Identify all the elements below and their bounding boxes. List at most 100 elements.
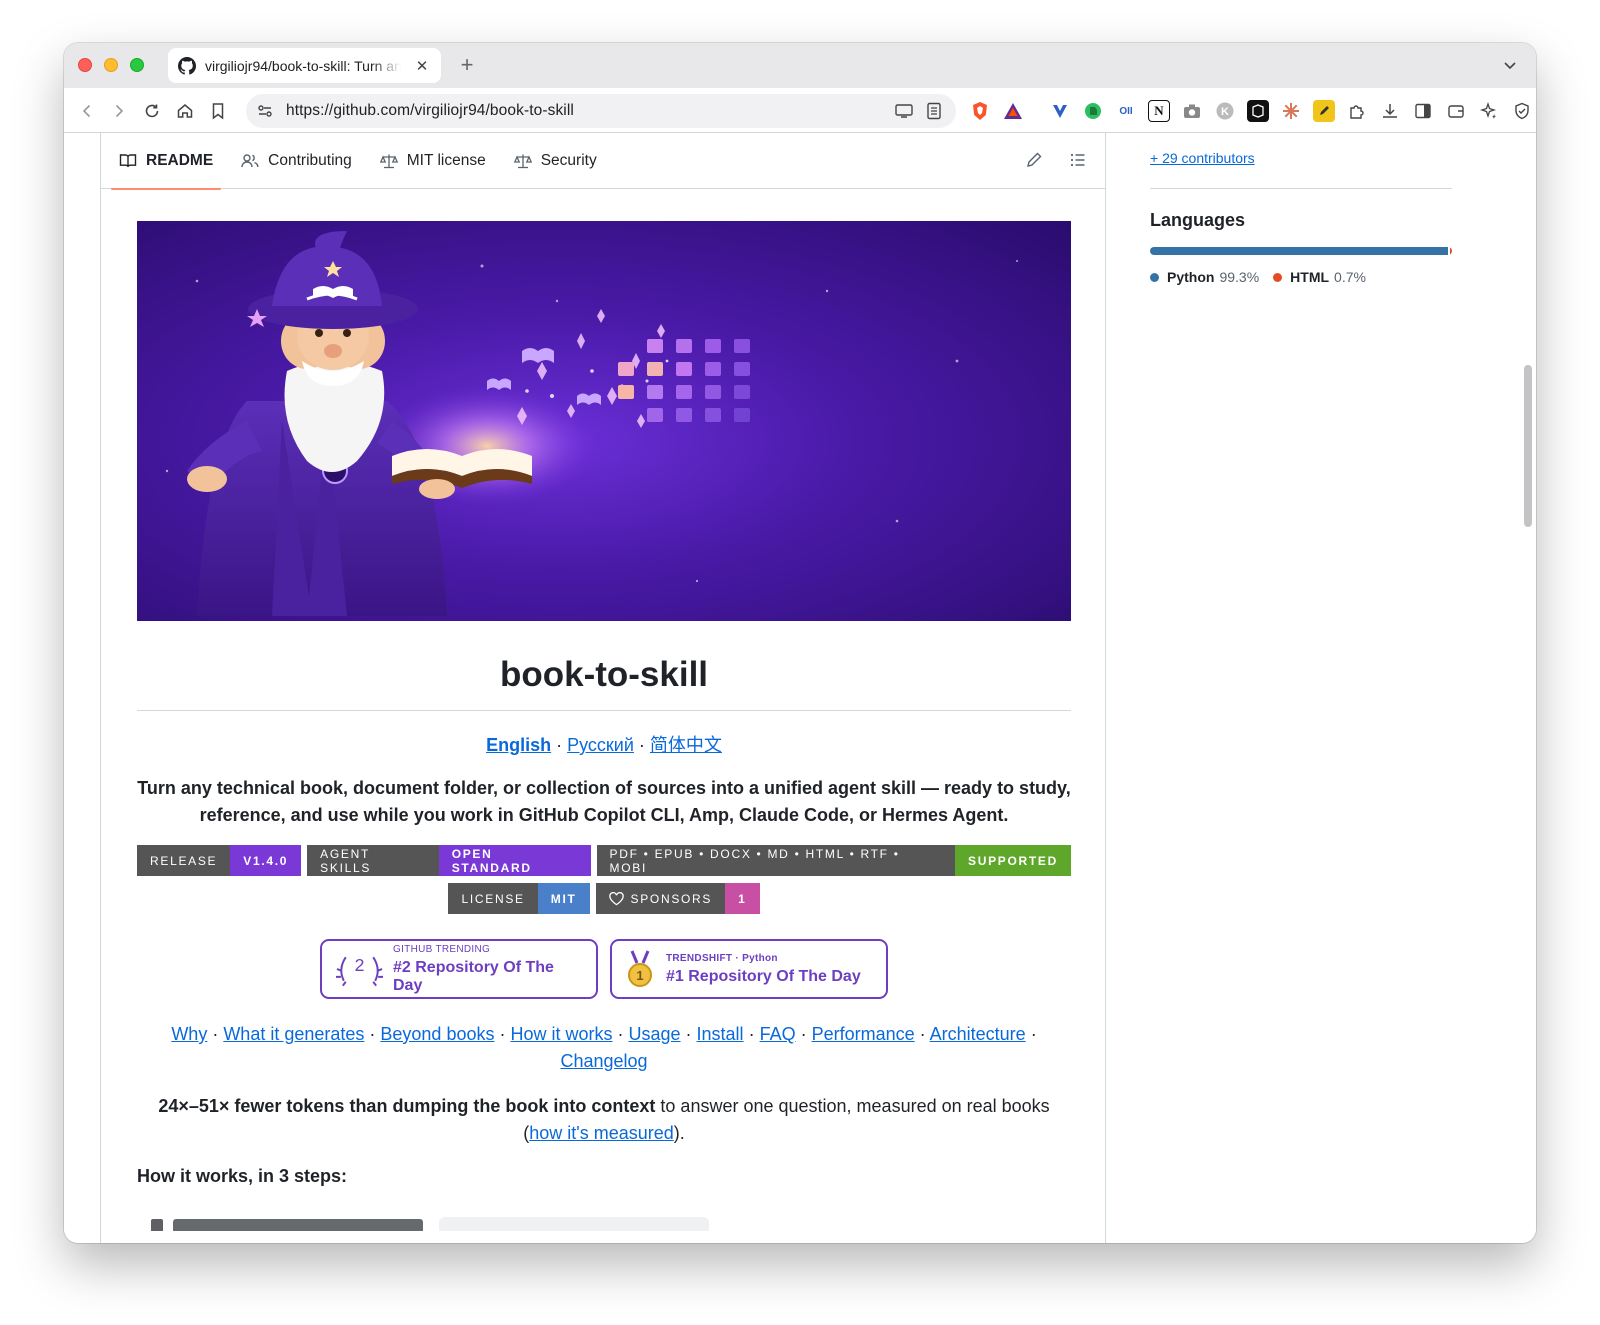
reader-mode-icon[interactable]	[924, 101, 944, 126]
language-html[interactable]: HTML 0.7%	[1273, 269, 1366, 285]
agent-skills-badge[interactable]: AGENT SKILLS OPEN STANDARD	[307, 845, 591, 876]
extensions-puzzle-icon[interactable]	[1346, 100, 1368, 122]
lang-link-chinese[interactable]: 简体中文	[650, 735, 722, 755]
wallet-icon[interactable]	[1445, 100, 1467, 122]
camera-icon[interactable]	[1181, 100, 1203, 122]
tab-contributing-label: Contributing	[268, 151, 352, 169]
badge-label: LICENSE	[448, 883, 538, 914]
back-icon[interactable]	[76, 100, 98, 122]
html-dot	[1273, 272, 1283, 282]
medal-icon: 1	[628, 950, 652, 987]
minimize-window-button[interactable]	[104, 58, 118, 72]
toc-link[interactable]: FAQ	[760, 1024, 796, 1044]
trend-caption: GITHUB TRENDING	[393, 943, 491, 955]
notion-icon[interactable]: N	[1148, 100, 1170, 122]
badge-label: AGENT SKILLS	[307, 845, 439, 876]
close-window-button[interactable]	[78, 58, 92, 72]
trending-badges: 2 GITHUB TRENDING #2 Repository Of The D…	[137, 939, 1071, 999]
token-savings-paragraph: 24×–51× fewer tokens than dumping the bo…	[137, 1093, 1071, 1147]
release-badge[interactable]: RELEASE V1.4.0	[137, 845, 302, 876]
toc-link[interactable]: Changelog	[560, 1051, 647, 1071]
leo-ai-icon[interactable]	[1478, 100, 1500, 122]
reload-icon[interactable]	[141, 100, 163, 122]
language-percent: 0.7%	[1334, 269, 1366, 285]
tab-bar: virgiliojr94/book-to-skill: Turn any tec…	[64, 43, 1536, 88]
brave-shield-icon[interactable]	[969, 100, 991, 122]
toc-link[interactable]: How it works	[510, 1024, 612, 1044]
claude-icon[interactable]	[1280, 100, 1302, 122]
toc-link[interactable]: Beyond books	[380, 1024, 494, 1044]
lang-link-english[interactable]: English	[486, 735, 551, 755]
sidebar-toggle-icon[interactable]	[1412, 100, 1434, 122]
sidebar-divider	[1150, 188, 1452, 189]
pencil-icon[interactable]	[1025, 151, 1043, 174]
browser-tab-active[interactable]: virgiliojr94/book-to-skill: Turn any tec…	[168, 48, 441, 83]
token-savings-bold: 24×–51× fewer tokens than dumping the bo…	[158, 1096, 656, 1116]
forward-icon[interactable]	[108, 100, 130, 122]
cast-icon[interactable]	[894, 101, 914, 126]
list-outline-icon[interactable]	[1069, 151, 1087, 174]
formats-badge[interactable]: PDF • EPUB • DOCX • MD • HTML • RTF • MO…	[596, 845, 1071, 876]
chevron-down-icon[interactable]	[1502, 57, 1518, 73]
laurel-icon: 2	[335, 955, 384, 987]
github-trending-badge[interactable]: 2 GITHUB TRENDING #2 Repository Of The D…	[320, 939, 598, 999]
toc-link[interactable]: Why	[171, 1024, 207, 1044]
badge-value: OPEN STANDARD	[438, 845, 591, 876]
people-icon	[241, 153, 259, 167]
new-tab-button[interactable]: +	[454, 52, 480, 78]
close-tab-icon[interactable]: ✕	[413, 57, 431, 75]
badge-row-2: LICENSE MIT SPONSORS 1	[137, 883, 1071, 914]
tab-readme[interactable]: README	[111, 133, 222, 190]
site-settings-icon[interactable]	[256, 102, 274, 120]
evernote-icon[interactable]	[1082, 100, 1104, 122]
tab-security[interactable]: Security	[506, 133, 605, 189]
sponsors-badge[interactable]: SPONSORS 1	[595, 883, 760, 914]
toc-link[interactable]: Performance	[812, 1024, 915, 1044]
badge-label: RELEASE	[137, 845, 231, 876]
python-dot	[1150, 272, 1159, 282]
brave-rewards-icon[interactable]	[1002, 100, 1024, 122]
k-extension-icon[interactable]: K	[1214, 100, 1236, 122]
title-divider	[137, 710, 1071, 711]
extension-v-icon[interactable]	[1049, 100, 1071, 122]
trendshift-badge[interactable]: 1 TRENDSHIFT · Python #1 Repository Of T…	[610, 939, 888, 999]
languages-heading: Languages	[1150, 210, 1246, 230]
tab-contributing[interactable]: Contributing	[233, 133, 360, 189]
tab-security-label: Security	[540, 151, 597, 169]
badge-label-text: SPONSORS	[630, 891, 713, 906]
bookmark-icon[interactable]	[207, 100, 229, 122]
toc-link[interactable]: What it generates	[223, 1024, 364, 1044]
zoom-window-button[interactable]	[130, 58, 144, 72]
license-badge[interactable]: LICENSE MIT	[448, 883, 590, 914]
lang-link-russian[interactable]: Русский	[567, 735, 634, 755]
tab-license[interactable]: MIT license	[372, 133, 494, 189]
github-icon	[178, 56, 196, 75]
medal-rank: 1	[636, 968, 643, 983]
download-icon[interactable]	[1379, 100, 1401, 122]
tab-readme-label: README	[146, 151, 214, 169]
language-switcher: English · Русский · 简体中文	[486, 735, 722, 755]
law-icon	[513, 154, 532, 168]
badge-value: SUPPORTED	[955, 845, 1071, 876]
how-measured-link[interactable]: how it's measured	[529, 1123, 674, 1143]
badge-label: SPONSORS	[595, 883, 726, 914]
language-percent: 99.3%	[1219, 269, 1260, 285]
ollama-icon[interactable]: OII	[1115, 100, 1137, 122]
badge-row-1: RELEASE V1.4.0 AGENT SKILLS OPEN STANDAR…	[137, 845, 1071, 876]
address-bar[interactable]: https://github.com/virgiliojr94/book-to-…	[246, 94, 956, 128]
home-icon[interactable]	[174, 100, 196, 122]
pencil-extension-icon[interactable]	[1313, 100, 1335, 122]
toc-link[interactable]: Install	[697, 1024, 744, 1044]
vpn-shield-icon[interactable]	[1511, 100, 1533, 122]
page-scrollbar[interactable]	[1524, 365, 1532, 527]
heart-icon	[608, 891, 624, 905]
readme-panel: README Contributing MIT license Security	[100, 133, 1106, 1243]
contributors-link[interactable]: + 29 contributors	[1150, 150, 1255, 166]
language-python[interactable]: Python 99.3%	[1150, 269, 1259, 285]
toc-link[interactable]: Usage	[629, 1024, 681, 1044]
readme-title: book-to-skill	[499, 655, 709, 694]
browser-toolbar: https://github.com/virgiliojr94/book-to-…	[64, 88, 1536, 133]
dark-extension-icon[interactable]	[1247, 100, 1269, 122]
toc-link[interactable]: Architecture	[930, 1024, 1026, 1044]
badge-label: PDF • EPUB • DOCX • MD • HTML • RTF • MO…	[596, 845, 956, 876]
